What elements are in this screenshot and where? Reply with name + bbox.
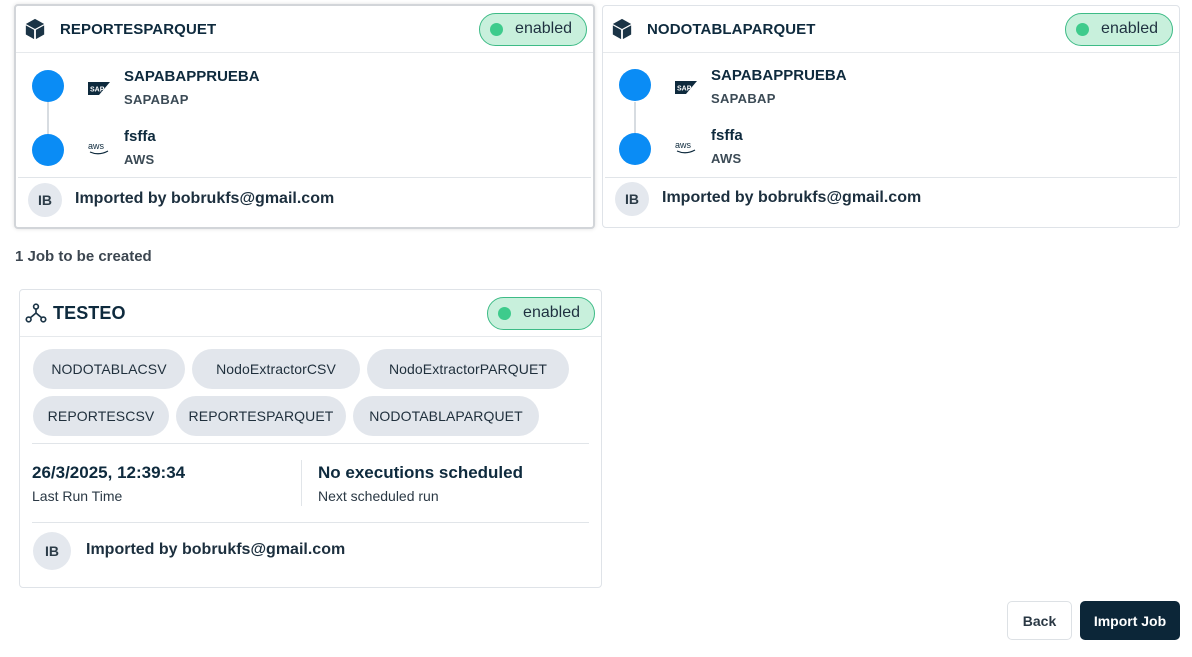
pipeline-chip: NODOTABLAPARQUET [353,396,539,436]
workflow-icon [25,302,47,324]
svg-text:SAP: SAP [90,86,105,93]
job-card-header: TESTEO enabled [20,290,601,337]
divider [32,443,589,444]
step-type: SAPABAP [711,91,776,106]
pipeline-step: SAP SAPABAPPRUEBA SAPABAP [603,63,1179,113]
pipeline-card-header: NODOTABLAPARQUET enabled [603,6,1179,53]
pipeline-card-nodotablaparquet[interactable]: NODOTABLAPARQUET enabled SAP SAPABAPPRUE… [602,5,1180,228]
pipeline-chip: NodoExtractorCSV [192,349,360,389]
divider [18,177,591,178]
toggle-knob [1076,22,1090,36]
pipeline-chip: NODOTABLACSV [33,349,185,389]
pipeline-step: aws fsffa AWS [16,124,593,174]
step-name: SAPABAPPRUEBA [124,68,260,85]
import-job-button[interactable]: Import Job [1080,601,1180,640]
jobs-count-label: 1 Job to be created [15,248,152,265]
aws-logo-icon: aws [87,140,111,156]
pipeline-chip: NodoExtractorPARQUET [367,349,569,389]
next-run-value: No executions scheduled [318,463,523,482]
divider [605,177,1177,178]
status-toggle[interactable]: enabled [487,296,595,330]
pipeline-title: NODOTABLAPARQUET [647,20,816,38]
avatar: IB [28,183,62,217]
pipeline-card-header: REPORTESPARQUET enabled [16,6,593,53]
step-node-dot [32,70,64,102]
job-title: TESTEO [53,302,126,323]
pipeline-step: SAP SAPABAPPRUEBA SAPABAP [16,64,593,114]
toggle-knob [490,22,504,36]
step-name: SAPABAPPRUEBA [711,67,847,84]
status-toggle[interactable]: enabled [479,12,587,46]
vertical-divider [301,460,302,506]
step-node-dot [32,134,64,166]
cube-icon [611,18,633,40]
next-run-label: Next scheduled run [318,488,439,504]
svg-text:aws: aws [88,141,105,151]
cube-icon [24,18,46,40]
pipeline-card-reportesparquet[interactable]: REPORTESPARQUET enabled SAP SAPABAPPRUEB… [14,4,595,229]
step-node-dot [619,133,651,165]
step-type: AWS [711,151,742,166]
imported-by-text: Imported by bobrukfs@gmail.com [75,190,335,207]
step-type: SAPABAP [124,92,189,107]
status-label: enabled [1101,20,1158,37]
sap-logo-icon: SAP [674,79,698,95]
job-card-testeo[interactable]: TESTEO enabled NODOTABLACSV NodoExtracto… [19,289,602,588]
avatar: IB [615,182,649,216]
pipeline-title: REPORTESPARQUET [60,20,217,38]
pipeline-step: aws fsffa AWS [603,123,1179,173]
step-node-dot [619,69,651,101]
sap-logo-icon: SAP [87,80,111,96]
step-name: fsffa [711,127,743,144]
imported-by-text: Imported by bobrukfs@gmail.com [662,189,922,206]
svg-text:SAP: SAP [677,85,692,92]
status-toggle[interactable]: enabled [1065,12,1173,46]
aws-logo-icon: aws [674,139,698,155]
imported-by-text: Imported by bobrukfs@gmail.com [86,541,346,558]
pipeline-chip: REPORTESPARQUET [176,396,346,436]
divider [32,522,589,523]
status-label: enabled [523,304,580,321]
svg-text:aws: aws [675,140,692,150]
step-type: AWS [124,152,155,167]
back-button[interactable]: Back [1007,601,1072,640]
avatar: IB [33,532,71,570]
toggle-knob [498,306,512,320]
last-run-value: 26/3/2025, 12:39:34 [32,463,186,482]
last-run-label: Last Run Time [32,488,123,504]
status-label: enabled [515,20,572,37]
step-name: fsffa [124,128,156,145]
pipeline-chip: REPORTESCSV [33,396,169,436]
